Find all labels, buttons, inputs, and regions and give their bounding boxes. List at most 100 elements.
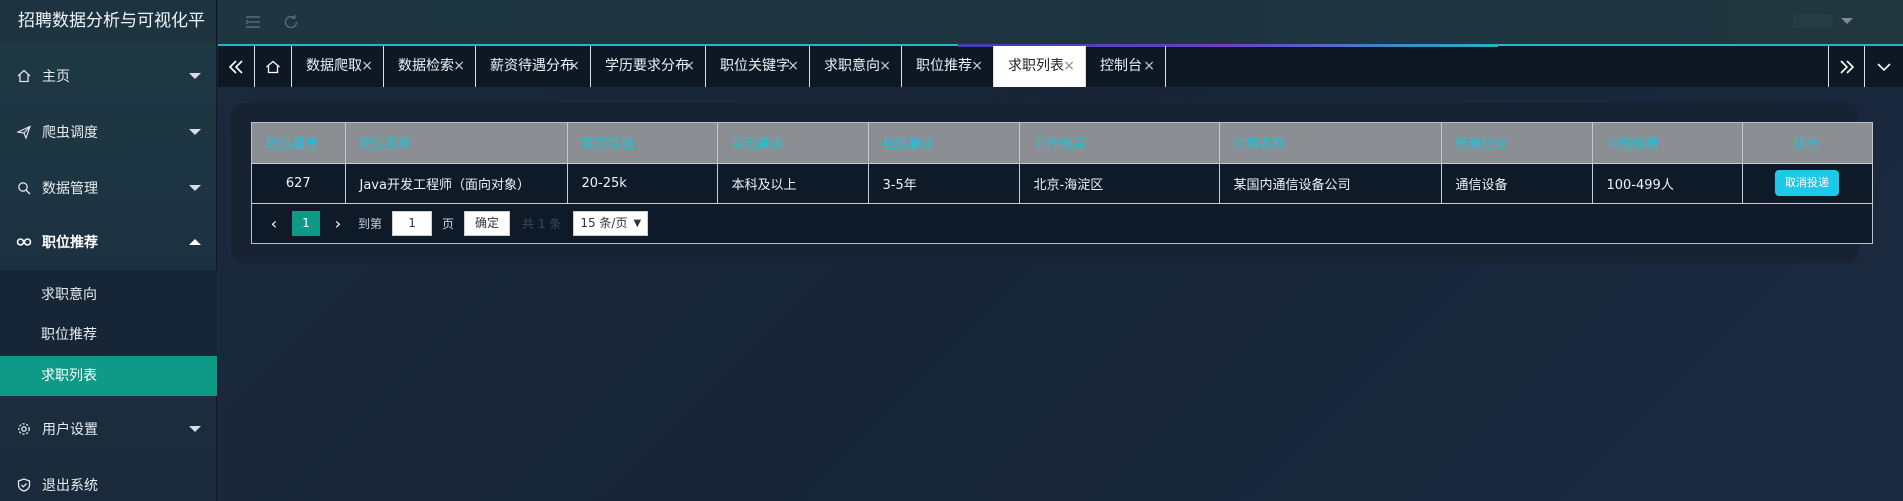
- sidebar-item-data-management[interactable]: 数据管理: [0, 160, 217, 216]
- page-label: 页: [442, 216, 455, 231]
- cell-company: 某国内通信设备公司: [1219, 162, 1442, 203]
- column-header-experience[interactable]: 经验要求: [868, 123, 1020, 163]
- sidebar-item-label: 主页: [42, 69, 70, 85]
- search-icon: [16, 180, 32, 196]
- column-header-company[interactable]: 公司名称: [1219, 123, 1442, 163]
- sidebar-item-user-settings[interactable]: 用户设置: [0, 401, 217, 457]
- tab-education-distribution[interactable]: 学历要求分布 ×: [591, 46, 706, 87]
- tab-job-recommend[interactable]: 职位推荐 ×: [902, 46, 994, 87]
- tab-label: 薪资待遇分布: [490, 58, 574, 74]
- close-icon[interactable]: ×: [971, 46, 983, 87]
- close-icon[interactable]: ×: [1143, 46, 1155, 87]
- cell-salary: 20-25k: [567, 162, 718, 203]
- tab-salary-distribution[interactable]: 薪资待遇分布 ×: [476, 46, 591, 87]
- page-number-current[interactable]: 1: [292, 210, 320, 236]
- chevron-down-icon: ▼: [633, 217, 642, 229]
- cell-industry: 通信设备: [1441, 162, 1593, 203]
- submenu-item-job-list[interactable]: 求职列表: [0, 356, 217, 396]
- tab-label: 职位推荐: [916, 58, 972, 74]
- tab-job-keywords[interactable]: 职位关键字 ×: [706, 46, 810, 87]
- tab-label: 数据爬取: [306, 58, 362, 74]
- tab-label: 控制台: [1100, 58, 1142, 74]
- pagination: ‹ 1 › 到第 1 页 确定 共 1 条 15 条/页 ▼: [252, 203, 1872, 242]
- tab-job-intention[interactable]: 求职意向 ×: [810, 46, 902, 87]
- menu-fold-icon[interactable]: [244, 13, 262, 31]
- sidebar-item-logout[interactable]: 退出系统: [0, 457, 217, 501]
- cancel-application-button[interactable]: 取消投递: [1775, 170, 1839, 197]
- table-row: 627 Java开发工程师（面向对象） 20-25k 本科及以上 3-5年 北京…: [252, 162, 1873, 203]
- page-size-value: 15 条/页: [580, 215, 628, 230]
- tab-job-list[interactable]: 求职列表 ×: [994, 46, 1086, 87]
- chevron-down-icon: [189, 185, 201, 191]
- tab-label: 求职列表: [1008, 58, 1064, 74]
- sidebar-item-crawler[interactable]: 爬虫调度: [0, 104, 217, 160]
- cell-location: 北京-海淀区: [1019, 162, 1220, 203]
- tab-label: 职位关键字: [720, 58, 790, 74]
- home-icon: [16, 68, 32, 84]
- link-icon: [16, 234, 32, 250]
- sidebar: 招聘数据分析与可视化平 主页 爬虫调度 数据管理 职位推荐 求职意向 职位推荐 …: [0, 0, 217, 501]
- column-header-action: 操作: [1742, 123, 1873, 163]
- sidebar-item-label: 用户设置: [42, 422, 98, 438]
- chevron-down-icon: [189, 73, 201, 79]
- jump-label: 到第: [358, 216, 383, 231]
- close-icon[interactable]: ×: [361, 46, 373, 87]
- tabs-scroll-left-button[interactable]: [218, 46, 255, 87]
- sidebar-item-label: 职位推荐: [42, 235, 98, 251]
- tab-console[interactable]: 控制台 ×: [1086, 46, 1166, 87]
- cell-job-name: Java开发工程师（面向对象）: [345, 162, 568, 203]
- prev-page-button[interactable]: ‹: [264, 214, 284, 233]
- shield-icon: [16, 477, 32, 493]
- sidebar-item-label: 数据管理: [42, 181, 98, 197]
- send-icon: [16, 124, 32, 140]
- chevron-down-icon: [189, 426, 201, 432]
- tab-label: 学历要求分布: [605, 58, 689, 74]
- page-size-select[interactable]: 15 条/页 ▼: [573, 210, 649, 236]
- column-header-company-size[interactable]: 公司规模: [1592, 123, 1743, 163]
- submenu-item-job-recommend[interactable]: 职位推荐: [0, 315, 217, 355]
- gear-icon: [16, 421, 32, 437]
- sidebar-item-label: 退出系统: [42, 478, 98, 494]
- cell-action: 取消投递: [1742, 162, 1873, 203]
- top-header: [218, 0, 1903, 44]
- column-header-job-name[interactable]: 职位名称: [345, 123, 568, 163]
- app-title: 招聘数据分析与可视化平: [0, 0, 216, 43]
- close-icon[interactable]: ×: [683, 46, 695, 87]
- job-list-table: 职位编号 职位名称 薪资待遇 学历要求 经验要求 工作地点 公司名称 所属行业 …: [251, 122, 1873, 244]
- refresh-icon[interactable]: [282, 13, 300, 31]
- page-jump-input[interactable]: 1: [392, 210, 433, 236]
- sidebar-item-label: 爬虫调度: [42, 125, 98, 141]
- cell-education: 本科及以上: [717, 162, 869, 203]
- close-icon[interactable]: ×: [1063, 46, 1075, 87]
- table-header-row: 职位编号 职位名称 薪资待遇 学历要求 经验要求 工作地点 公司名称 所属行业 …: [252, 123, 1873, 163]
- tab-bar: 数据爬取 × 数据检索 × 薪资待遇分布 × 学历要求分布 × 职位关键字 × …: [218, 44, 1903, 87]
- tabs-scroll-right-button[interactable]: [1828, 46, 1865, 87]
- submenu-item-job-intention[interactable]: 求职意向: [0, 275, 217, 315]
- close-icon[interactable]: ×: [453, 46, 465, 87]
- close-icon[interactable]: ×: [787, 46, 799, 87]
- chevron-up-icon: [189, 239, 201, 245]
- cell-company-size: 100-499人: [1592, 162, 1743, 203]
- cell-experience: 3-5年: [868, 162, 1020, 203]
- cell-job-id: 627: [252, 162, 346, 203]
- close-icon[interactable]: ×: [568, 46, 580, 87]
- jump-confirm-button[interactable]: 确定: [464, 210, 511, 236]
- chevron-down-icon[interactable]: [1841, 18, 1853, 24]
- close-icon[interactable]: ×: [879, 46, 891, 87]
- next-page-button[interactable]: ›: [328, 214, 348, 233]
- tab-data-search[interactable]: 数据检索 ×: [384, 46, 476, 87]
- sidebar-item-job-recommend[interactable]: 职位推荐: [0, 214, 217, 270]
- column-header-education[interactable]: 学历要求: [717, 123, 869, 163]
- tab-label: 数据检索: [398, 58, 454, 74]
- column-header-industry[interactable]: 所属行业: [1441, 123, 1593, 163]
- tab-data-crawl[interactable]: 数据爬取 ×: [292, 46, 384, 87]
- tab-label: 求职意向: [824, 58, 880, 74]
- column-header-salary[interactable]: 薪资待遇: [567, 123, 718, 163]
- tabs-dropdown-button[interactable]: [1865, 46, 1902, 87]
- user-menu[interactable]: [1793, 14, 1833, 28]
- total-count: 共 1 条: [522, 216, 562, 231]
- column-header-job-id[interactable]: 职位编号: [252, 123, 346, 163]
- tab-home[interactable]: [255, 46, 292, 87]
- column-header-location[interactable]: 工作地点: [1019, 123, 1220, 163]
- sidebar-item-home[interactable]: 主页: [0, 48, 217, 104]
